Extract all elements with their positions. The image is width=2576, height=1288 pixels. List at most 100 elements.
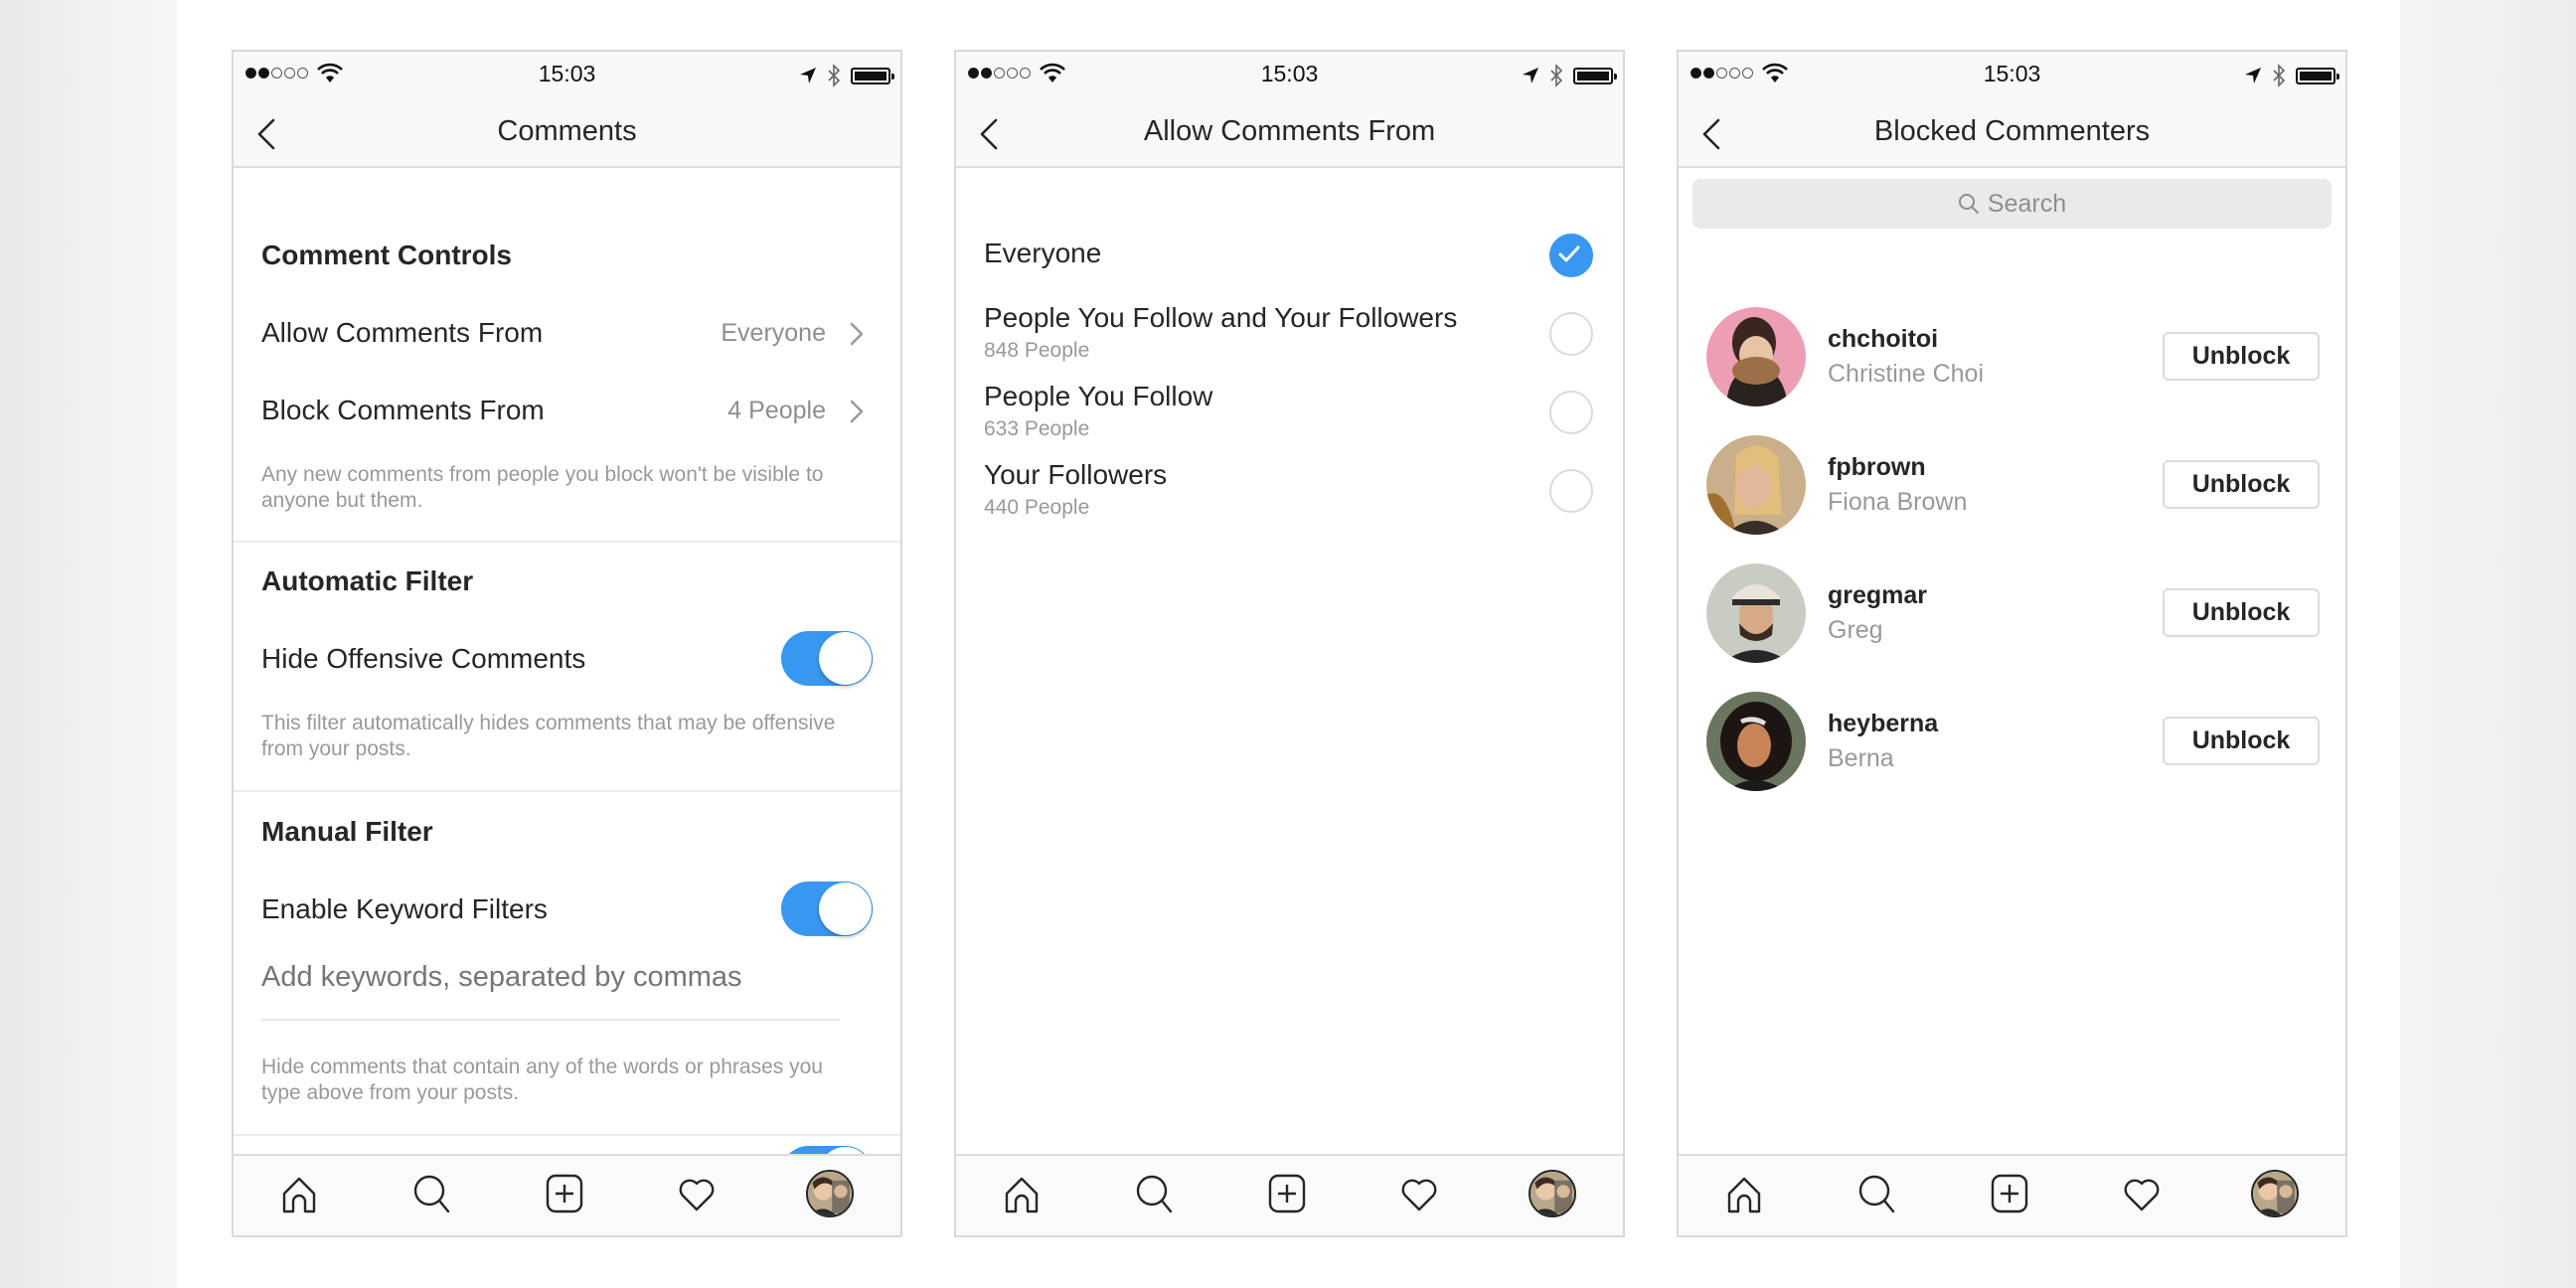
battery-icon bbox=[2296, 67, 2339, 84]
automatic-filter-note: This filter automatically hides comments… bbox=[261, 712, 836, 760]
enable-keyword-label: Enable Keyword Filters bbox=[261, 893, 548, 924]
location-arrow-icon bbox=[1522, 67, 1539, 84]
activity-heart-icon bbox=[2120, 1172, 2164, 1215]
option-count: 440 People bbox=[984, 496, 1090, 519]
row-value: Everyone bbox=[721, 319, 826, 347]
unblock-button[interactable]: Unblock bbox=[2163, 460, 2320, 509]
section-heading-manual-filter: Manual Filter bbox=[261, 816, 433, 847]
search-icon bbox=[1958, 194, 1979, 214]
keywords-input[interactable] bbox=[261, 957, 838, 997]
location-arrow-icon bbox=[799, 67, 817, 84]
profile-avatar bbox=[1530, 1172, 1574, 1215]
tab-new-post[interactable] bbox=[543, 1172, 586, 1215]
search-placeholder: Search bbox=[1987, 189, 2067, 218]
full-name: Fiona Brown bbox=[1828, 488, 1968, 516]
option-people-you-follow[interactable]: People You Follow 633 People bbox=[956, 381, 1623, 450]
tab-home[interactable] bbox=[1000, 1172, 1044, 1215]
bluetooth-icon bbox=[2272, 64, 2286, 87]
search-input[interactable]: Search bbox=[1692, 179, 2332, 229]
hide-offensive-toggle[interactable] bbox=[781, 631, 873, 686]
new-post-icon bbox=[1265, 1172, 1309, 1215]
avatar[interactable] bbox=[1706, 692, 1806, 791]
page-title: Allow Comments From bbox=[1143, 115, 1436, 147]
allow-comments-from-row[interactable]: Allow Comments From Everyone bbox=[234, 307, 900, 367]
tab-profile[interactable] bbox=[1529, 1170, 1576, 1217]
nav-bar: Blocked Commenters bbox=[1679, 101, 2345, 168]
audience-options-list: Everyone People You Follow and Your Foll… bbox=[956, 168, 1623, 1156]
page-title: Blocked Commenters bbox=[1873, 115, 2151, 147]
keywords-underline bbox=[261, 1019, 840, 1021]
tab-profile[interactable] bbox=[2251, 1170, 2299, 1217]
activity-heart-icon bbox=[1397, 1172, 1441, 1215]
row-label: Allow Comments From bbox=[261, 317, 544, 348]
tab-search[interactable] bbox=[409, 1172, 453, 1215]
search-icon bbox=[1132, 1172, 1176, 1215]
option-follow-and-followers[interactable]: People You Follow and Your Followers 848… bbox=[956, 302, 1623, 372]
tab-profile[interactable] bbox=[806, 1170, 854, 1217]
username: chchoitoi bbox=[1828, 325, 1939, 353]
block-note: Any new comments from people you block w… bbox=[261, 463, 824, 512]
new-post-icon bbox=[543, 1172, 586, 1215]
row-label: Block Comments From bbox=[261, 395, 545, 425]
checkmark-icon bbox=[1558, 245, 1580, 262]
tab-search[interactable] bbox=[1132, 1172, 1176, 1215]
location-arrow-icon bbox=[2244, 67, 2262, 84]
list-item: heyberna Berna Unblock bbox=[1679, 692, 2345, 791]
nav-bar: Allow Comments From bbox=[956, 101, 1623, 168]
username: gregmar bbox=[1828, 581, 1928, 609]
bluetooth-icon bbox=[827, 64, 841, 87]
avatar[interactable] bbox=[1706, 307, 1806, 406]
new-post-icon bbox=[1988, 1172, 2031, 1215]
option-label: Everyone bbox=[984, 238, 1102, 268]
radio-unselected[interactable] bbox=[1549, 469, 1593, 513]
search-icon bbox=[1854, 1172, 1898, 1215]
option-everyone[interactable]: Everyone bbox=[956, 226, 1623, 287]
full-name: Berna bbox=[1828, 744, 1894, 772]
list-item: chchoitoi Christine Choi Unblock bbox=[1679, 307, 2345, 406]
phone-screen-blocked-commenters: 15:03 Blocked Commenters Search chchoito… bbox=[1677, 50, 2347, 1237]
divider bbox=[234, 1134, 900, 1136]
list-item: gregmar Greg Unblock bbox=[1679, 564, 2345, 663]
status-bar: 15:03 bbox=[956, 52, 1623, 101]
option-label: People You Follow bbox=[984, 381, 1213, 411]
tab-home[interactable] bbox=[277, 1172, 321, 1215]
tab-new-post[interactable] bbox=[1265, 1172, 1309, 1215]
battery-icon bbox=[1573, 67, 1617, 84]
tab-search[interactable] bbox=[1854, 1172, 1898, 1215]
option-label: Your Followers bbox=[984, 459, 1168, 490]
avatar[interactable] bbox=[1706, 564, 1806, 663]
radio-selected[interactable] bbox=[1549, 234, 1593, 277]
unblock-button[interactable]: Unblock bbox=[2163, 588, 2320, 637]
blocked-users-list: Search chchoitoi Christine Choi Unblock … bbox=[1679, 168, 2345, 1156]
unblock-button[interactable]: Unblock bbox=[2163, 332, 2320, 381]
home-icon bbox=[1000, 1172, 1044, 1215]
battery-icon bbox=[851, 67, 894, 84]
status-bar: 15:03 bbox=[234, 52, 900, 101]
tab-activity[interactable] bbox=[2120, 1172, 2164, 1215]
option-count: 848 People bbox=[984, 339, 1090, 362]
tab-new-post[interactable] bbox=[1988, 1172, 2031, 1215]
tab-home[interactable] bbox=[1722, 1172, 1766, 1215]
radio-unselected[interactable] bbox=[1549, 312, 1593, 356]
home-icon bbox=[1722, 1172, 1766, 1215]
hide-offensive-label: Hide Offensive Comments bbox=[261, 643, 586, 674]
avatar[interactable] bbox=[1706, 435, 1806, 535]
tab-bar bbox=[1679, 1154, 2345, 1235]
tab-bar bbox=[956, 1154, 1623, 1235]
chevron-right-icon bbox=[849, 321, 865, 347]
tab-activity[interactable] bbox=[1397, 1172, 1441, 1215]
search-icon bbox=[409, 1172, 453, 1215]
option-your-followers[interactable]: Your Followers 440 People bbox=[956, 459, 1623, 529]
list-item: fpbrown Fiona Brown Unblock bbox=[1679, 435, 2345, 535]
tab-activity[interactable] bbox=[675, 1172, 719, 1215]
username: heyberna bbox=[1828, 710, 1939, 737]
row-value: 4 People bbox=[727, 397, 826, 424]
radio-unselected[interactable] bbox=[1549, 391, 1593, 434]
phone-screen-comments: 15:03 Comments Comment Controls Allow Co… bbox=[232, 50, 902, 1237]
phone-screen-allow-comments-from: 15:03 Allow Comments From Everyone Peopl… bbox=[954, 50, 1625, 1237]
divider bbox=[234, 790, 900, 792]
unblock-button[interactable]: Unblock bbox=[2163, 717, 2320, 765]
enable-keyword-toggle[interactable] bbox=[781, 882, 873, 936]
tab-bar bbox=[234, 1154, 900, 1235]
block-comments-from-row[interactable]: Block Comments From 4 People bbox=[234, 385, 900, 444]
